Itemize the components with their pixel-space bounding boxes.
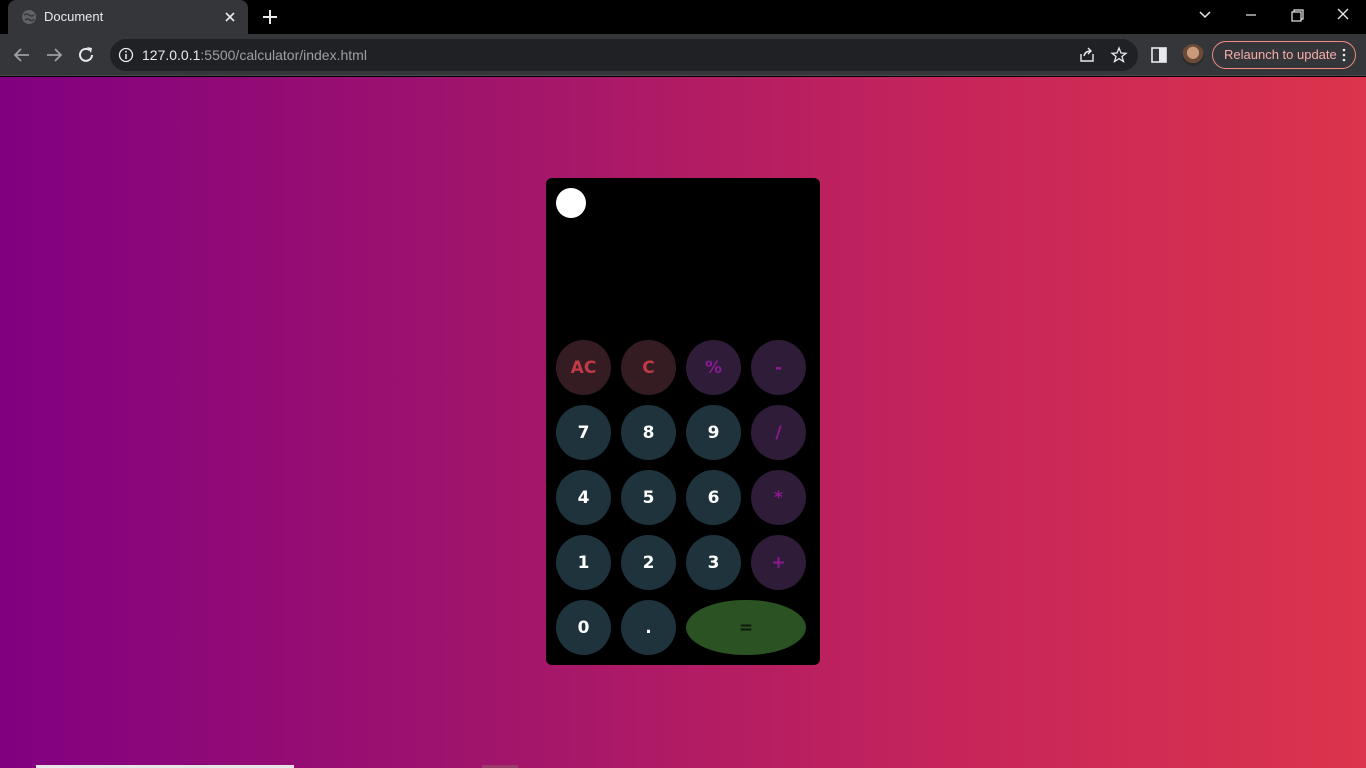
- tab-title: Document: [44, 9, 104, 24]
- bookmark-star-icon[interactable]: [1110, 46, 1128, 64]
- decimal-button[interactable]: .: [621, 600, 676, 655]
- three-button[interactable]: 3: [686, 535, 741, 590]
- page-background: AC C % - 7 8 9 / 4 5 6 * 1 2 3 + 0 . =: [0, 77, 1366, 768]
- c-button[interactable]: C: [621, 340, 676, 395]
- close-tab-icon[interactable]: [222, 9, 238, 25]
- two-button[interactable]: 2: [621, 535, 676, 590]
- seven-button[interactable]: 7: [556, 405, 611, 460]
- four-button[interactable]: 4: [556, 470, 611, 525]
- share-icon[interactable]: [1078, 46, 1096, 64]
- more-menu-icon[interactable]: [1342, 48, 1346, 62]
- one-button[interactable]: 1: [556, 535, 611, 590]
- address-bar[interactable]: 127.0.0.1:5500/calculator/index.html: [110, 39, 1138, 71]
- nine-button[interactable]: 9: [686, 405, 741, 460]
- percent-button[interactable]: %: [686, 340, 741, 395]
- tab-document[interactable]: Document: [8, 0, 248, 34]
- info-icon[interactable]: [118, 47, 134, 63]
- profile-avatar[interactable]: [1182, 44, 1204, 66]
- relaunch-label: Relaunch to update: [1224, 47, 1337, 62]
- ac-button[interactable]: AC: [556, 340, 611, 395]
- multiply-button[interactable]: *: [751, 470, 806, 525]
- browser-toolbar: 127.0.0.1:5500/calculator/index.html Rel…: [0, 34, 1366, 76]
- relaunch-button[interactable]: Relaunch to update: [1212, 41, 1356, 69]
- five-button[interactable]: 5: [621, 470, 676, 525]
- back-icon[interactable]: [10, 43, 34, 67]
- zero-button[interactable]: 0: [556, 600, 611, 655]
- equals-button[interactable]: =: [686, 600, 806, 655]
- side-panel-icon[interactable]: [1150, 46, 1168, 64]
- restore-icon[interactable]: [1283, 4, 1311, 26]
- url-text: 127.0.0.1:5500/calculator/index.html: [142, 47, 367, 63]
- minus-button[interactable]: -: [751, 340, 806, 395]
- eight-button[interactable]: 8: [621, 405, 676, 460]
- tab-search-icon[interactable]: [1191, 4, 1219, 26]
- reload-icon[interactable]: [74, 43, 98, 67]
- url-path: :5500/calculator/index.html: [200, 47, 367, 63]
- new-tab-icon[interactable]: [259, 6, 281, 28]
- forward-icon[interactable]: [42, 43, 66, 67]
- close-window-icon[interactable]: [1329, 4, 1357, 26]
- divide-button[interactable]: /: [751, 405, 806, 460]
- display-indicator-dot: [556, 188, 586, 218]
- url-host: 127.0.0.1: [142, 47, 201, 63]
- calculator: AC C % - 7 8 9 / 4 5 6 * 1 2 3 + 0 . =: [546, 178, 820, 665]
- globe-icon: [22, 10, 36, 24]
- tab-bar: Document: [0, 0, 1366, 34]
- plus-button[interactable]: +: [751, 535, 806, 590]
- calculator-display: [592, 188, 810, 328]
- minimize-icon[interactable]: [1237, 4, 1265, 26]
- six-button[interactable]: 6: [686, 470, 741, 525]
